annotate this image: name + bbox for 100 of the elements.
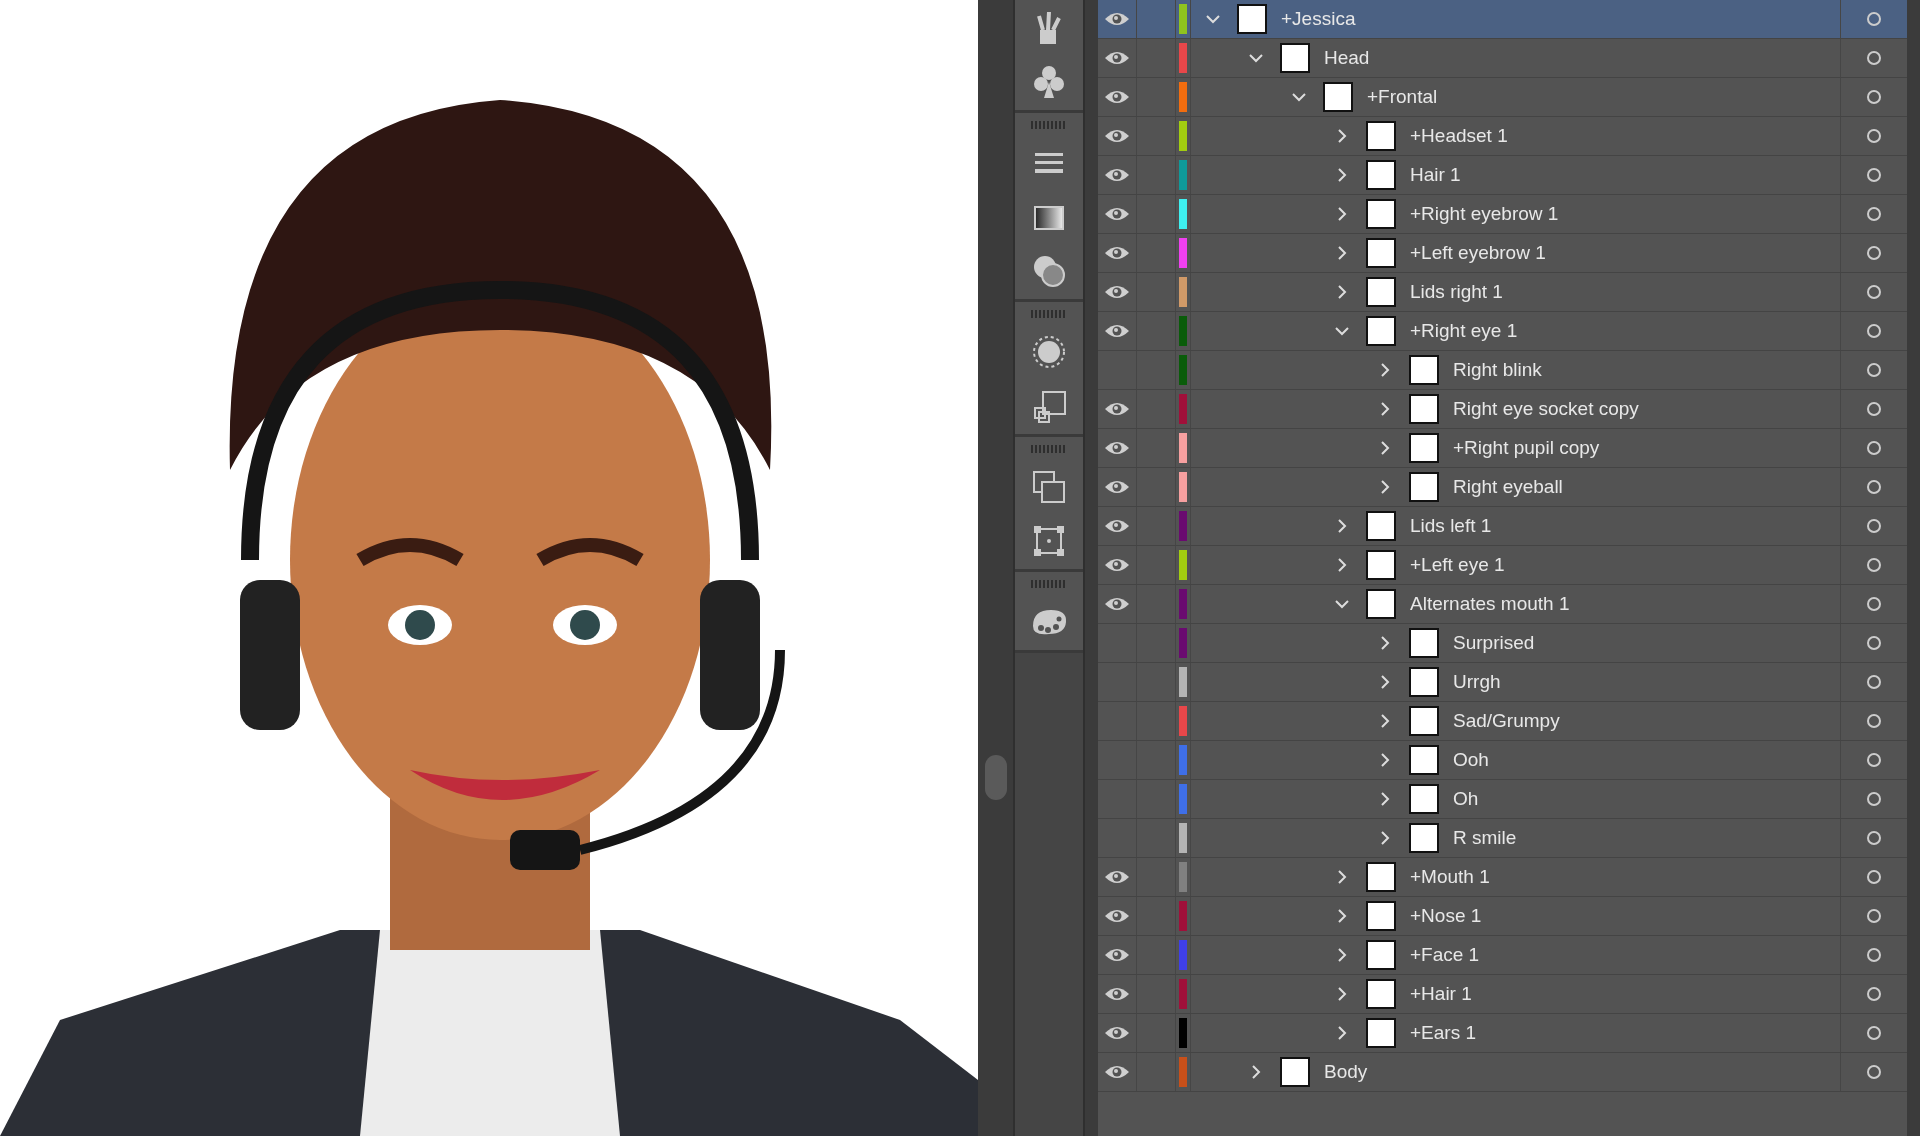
layer-name[interactable]: +Left eye 1 (1410, 554, 1505, 576)
panel-grip-handle[interactable] (1031, 310, 1067, 318)
layer-row[interactable]: Right blink (1098, 351, 1907, 390)
layer-name[interactable]: +Headset 1 (1410, 125, 1508, 147)
layer-name[interactable]: +Right eye 1 (1410, 320, 1518, 342)
layer-row[interactable]: +Mouth 1 (1098, 858, 1907, 897)
layer-row[interactable]: Right eyeball (1098, 468, 1907, 507)
target-circle-icon[interactable] (1867, 129, 1881, 143)
target-circle-icon[interactable] (1867, 246, 1881, 260)
layer-row[interactable]: +Face 1 (1098, 936, 1907, 975)
panel-grip-handle[interactable] (1031, 580, 1067, 588)
target-circle-icon[interactable] (1867, 12, 1881, 26)
eye-icon[interactable] (1104, 557, 1130, 573)
layer-name[interactable]: +Hair 1 (1410, 983, 1472, 1005)
layer-name[interactable]: Right eye socket copy (1453, 398, 1639, 420)
layer-name[interactable]: Ooh (1453, 749, 1489, 771)
eye-icon[interactable] (1104, 284, 1130, 300)
layer-row[interactable]: Head (1098, 39, 1907, 78)
target-circle-icon[interactable] (1867, 324, 1881, 338)
eye-icon[interactable] (1104, 986, 1130, 1002)
target-circle-icon[interactable] (1867, 441, 1881, 455)
eye-icon[interactable] (1104, 479, 1130, 495)
layer-row[interactable]: R smile (1098, 819, 1907, 858)
layer-name[interactable]: Alternates mouth 1 (1410, 593, 1570, 615)
layer-row[interactable]: Alternates mouth 1 (1098, 585, 1907, 624)
target-circle-icon[interactable] (1867, 792, 1881, 806)
eye-icon[interactable] (1104, 908, 1130, 924)
eye-icon[interactable] (1104, 401, 1130, 417)
layer-row[interactable]: +Right eye 1 (1098, 312, 1907, 351)
scroll-handle[interactable] (984, 755, 1007, 800)
layer-row[interactable]: Oh (1098, 780, 1907, 819)
target-circle-icon[interactable] (1867, 402, 1881, 416)
layer-name[interactable]: Right eyeball (1453, 476, 1563, 498)
target-circle-icon[interactable] (1867, 636, 1881, 650)
layer-name[interactable]: Lids left 1 (1410, 515, 1492, 537)
layer-name[interactable]: Right blink (1453, 359, 1542, 381)
target-circle-icon[interactable] (1867, 870, 1881, 884)
eye-icon[interactable] (1104, 89, 1130, 105)
layer-name[interactable]: Hair 1 (1410, 164, 1461, 186)
panel-grip-handle[interactable] (1031, 445, 1067, 453)
target-circle-icon[interactable] (1867, 753, 1881, 767)
target-circle-icon[interactable] (1867, 480, 1881, 494)
layer-row[interactable]: +Frontal (1098, 78, 1907, 117)
layer-name[interactable]: +Nose 1 (1410, 905, 1482, 927)
layer-row[interactable]: Ooh (1098, 741, 1907, 780)
eye-icon[interactable] (1104, 323, 1130, 339)
target-circle-icon[interactable] (1867, 1065, 1881, 1079)
layer-row[interactable]: Lids right 1 (1098, 273, 1907, 312)
layer-row[interactable]: +Hair 1 (1098, 975, 1907, 1014)
target-circle-icon[interactable] (1867, 597, 1881, 611)
layer-name[interactable]: +Ears 1 (1410, 1022, 1476, 1044)
target-circle-icon[interactable] (1867, 831, 1881, 845)
eye-icon[interactable] (1104, 245, 1130, 261)
eye-icon[interactable] (1104, 947, 1130, 963)
layer-name[interactable]: Urrgh (1453, 671, 1501, 693)
eye-icon[interactable] (1104, 128, 1130, 144)
eye-icon[interactable] (1104, 440, 1130, 456)
layer-row[interactable]: Hair 1 (1098, 156, 1907, 195)
layer-row[interactable]: +Right pupil copy (1098, 429, 1907, 468)
target-circle-icon[interactable] (1867, 363, 1881, 377)
target-circle-icon[interactable] (1867, 168, 1881, 182)
layer-row[interactable]: +Left eyebrow 1 (1098, 234, 1907, 273)
layer-row[interactable]: Lids left 1 (1098, 507, 1907, 546)
layer-row[interactable]: +Nose 1 (1098, 897, 1907, 936)
target-circle-icon[interactable] (1867, 90, 1881, 104)
layer-row[interactable]: Urrgh (1098, 663, 1907, 702)
target-circle-icon[interactable] (1867, 909, 1881, 923)
eye-icon[interactable] (1104, 1025, 1130, 1041)
layer-row[interactable]: +Right eyebrow 1 (1098, 195, 1907, 234)
layer-name[interactable]: +Mouth 1 (1410, 866, 1490, 888)
eye-icon[interactable] (1104, 206, 1130, 222)
eye-icon[interactable] (1104, 518, 1130, 534)
layer-row[interactable]: +Headset 1 (1098, 117, 1907, 156)
layer-name[interactable]: Oh (1453, 788, 1479, 810)
layer-name[interactable]: Body (1324, 1061, 1368, 1083)
target-circle-icon[interactable] (1867, 285, 1881, 299)
layer-row[interactable]: +Jessica (1098, 0, 1907, 39)
target-circle-icon[interactable] (1867, 1026, 1881, 1040)
layer-row[interactable]: +Ears 1 (1098, 1014, 1907, 1053)
layer-row[interactable]: Surprised (1098, 624, 1907, 663)
layer-name[interactable]: +Jessica (1281, 8, 1356, 30)
layer-name[interactable]: +Right pupil copy (1453, 437, 1600, 459)
layer-name[interactable]: Head (1324, 47, 1370, 69)
layer-name[interactable]: R smile (1453, 827, 1517, 849)
eye-icon[interactable] (1104, 50, 1130, 66)
layer-name[interactable]: Sad/Grumpy (1453, 710, 1560, 732)
panel-grip-handle[interactable] (1031, 121, 1067, 129)
target-circle-icon[interactable] (1867, 714, 1881, 728)
layer-row[interactable]: +Left eye 1 (1098, 546, 1907, 585)
eye-icon[interactable] (1104, 11, 1130, 27)
layer-name[interactable]: +Frontal (1367, 86, 1438, 108)
target-circle-icon[interactable] (1867, 948, 1881, 962)
target-circle-icon[interactable] (1867, 207, 1881, 221)
layer-name[interactable]: +Right eyebrow 1 (1410, 203, 1559, 225)
layer-row[interactable]: Sad/Grumpy (1098, 702, 1907, 741)
target-circle-icon[interactable] (1867, 987, 1881, 1001)
target-circle-icon[interactable] (1867, 675, 1881, 689)
eye-icon[interactable] (1104, 167, 1130, 183)
target-circle-icon[interactable] (1867, 519, 1881, 533)
layer-row[interactable]: Body (1098, 1053, 1907, 1092)
